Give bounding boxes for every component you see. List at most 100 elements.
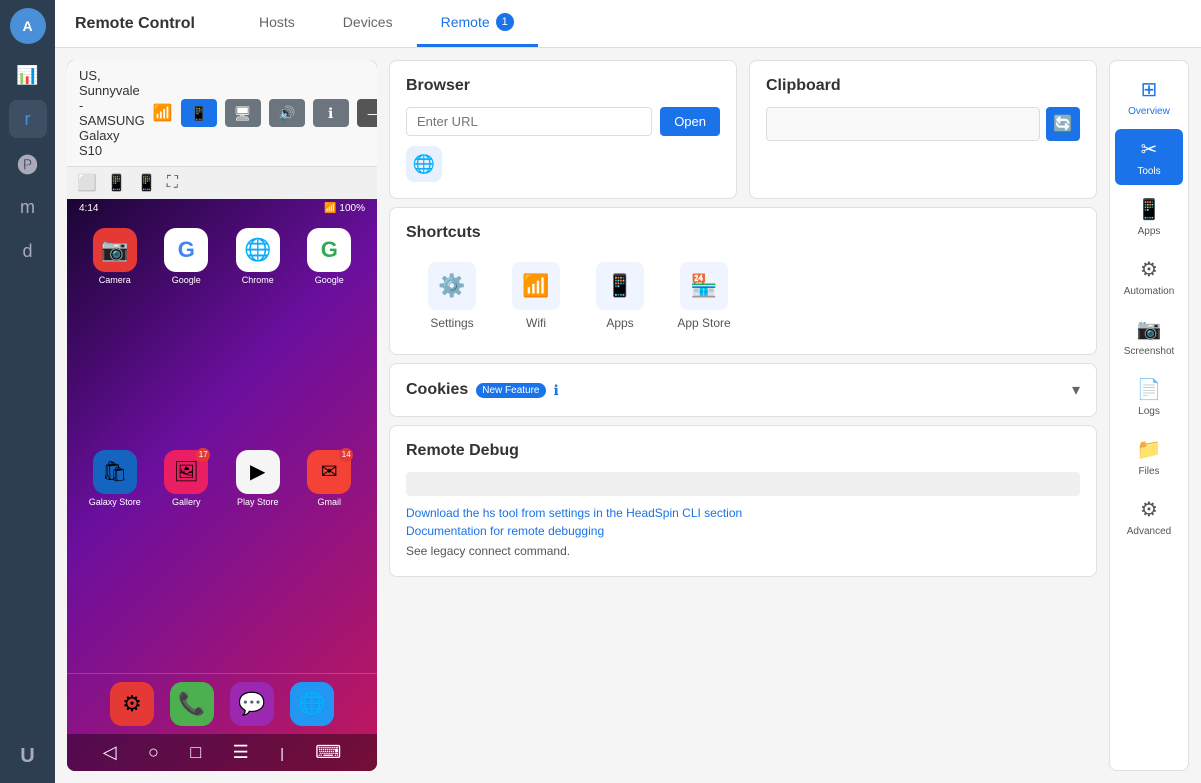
app-icon-chrome: 🌐	[236, 228, 280, 272]
tool-screenshot[interactable]: 📷 Screenshot	[1115, 309, 1183, 365]
toolbar-landscape-icon[interactable]: 📱	[137, 173, 157, 193]
remote-debug-title: Remote Debug	[406, 442, 1080, 460]
device-header-controls: 📱 🖥 🔊 ℹ — ✕	[181, 99, 377, 127]
back-btn[interactable]: ◁	[103, 742, 117, 763]
globe-icon[interactable]: 🌐	[406, 146, 442, 182]
device-screen: 4:14 📶 100% 📷 Camera G Google	[67, 199, 377, 771]
tool-logs[interactable]: 📄 Logs	[1115, 369, 1183, 425]
tab-devices[interactable]: Devices	[319, 0, 417, 47]
url-input[interactable]	[406, 107, 652, 136]
shortcut-wifi[interactable]: 📶 Wifi	[506, 262, 566, 330]
doc-sidebar-icon[interactable]: d	[9, 232, 47, 270]
tools-sidebar: ⊞ Overview ✂ Tools 📱 Apps ⚙ Automation 📷…	[1109, 60, 1189, 771]
shortcut-app-store[interactable]: 🏪 App Store	[674, 262, 734, 330]
shortcuts-section: Shortcuts ⚙️ Settings 📶 Wifi 📱 Apps	[389, 207, 1097, 355]
device-info-btn[interactable]: ℹ	[313, 99, 349, 127]
tab-hosts[interactable]: Hosts	[235, 0, 319, 47]
app-galaxy-store[interactable]: 🛍 Galaxy Store	[83, 450, 147, 664]
grid-sidebar-icon[interactable]: m	[9, 188, 47, 226]
cookies-title: Cookies	[406, 381, 468, 399]
app-icon-gmail: ✉ 14	[307, 450, 351, 494]
app-gmail[interactable]: ✉ 14 Gmail	[298, 450, 362, 664]
left-sidebar: A 📊 r 🅟 m d U	[0, 0, 55, 783]
apps-shortcut-icon: 📱	[596, 262, 644, 310]
toolbar-fullscreen-icon[interactable]: ⛶	[167, 174, 178, 192]
main-content: Remote Control Hosts Devices Remote 1 US…	[55, 0, 1201, 783]
debug-link-1[interactable]: Download the hs tool from settings in th…	[406, 506, 1080, 520]
dock-settings[interactable]: ⚙	[110, 682, 154, 726]
shortcut-settings[interactable]: ⚙️ Settings	[422, 262, 482, 330]
tool-tools[interactable]: ✂ Tools	[1115, 129, 1183, 185]
dock-phone[interactable]: 📞	[170, 682, 214, 726]
dock-browser[interactable]: 🌐	[290, 682, 334, 726]
search-sidebar-icon[interactable]: 🅟	[9, 144, 47, 182]
tool-advanced[interactable]: ⚙ Advanced	[1115, 489, 1183, 545]
app-play-store[interactable]: ▶ Play Store	[226, 450, 290, 664]
dock-msg[interactable]: 💬	[230, 682, 274, 726]
chart-sidebar-icon[interactable]: 📊	[9, 56, 47, 94]
remote-sidebar-icon[interactable]: r	[9, 100, 47, 138]
cookies-info-icon[interactable]: ℹ	[554, 382, 559, 399]
remote-debug-section: Remote Debug Download the hs tool from s…	[389, 425, 1097, 577]
cookies-header: Cookies New Feature ℹ ▾	[406, 380, 1080, 400]
device-phone-btn[interactable]: 📱	[181, 99, 217, 127]
avatar[interactable]: A	[10, 8, 46, 44]
clipboard-section: Clipboard 🔄	[749, 60, 1097, 199]
clipboard-input[interactable]	[766, 107, 1040, 141]
logs-icon: 📄	[1137, 377, 1162, 402]
app-icon-google: G	[164, 228, 208, 272]
settings-shortcut-icon: ⚙️	[428, 262, 476, 310]
clipboard-title: Clipboard	[766, 77, 1080, 95]
app-icon-gallery: 🖼 17	[164, 450, 208, 494]
device-volume-btn[interactable]: 🔊	[269, 99, 305, 127]
device-minimize-btn[interactable]: —	[357, 99, 377, 127]
separator: |	[280, 745, 284, 761]
user-sidebar-icon[interactable]: U	[9, 737, 47, 775]
new-feature-badge: New Feature	[476, 383, 545, 398]
clipboard-refresh-btn[interactable]: 🔄	[1046, 107, 1080, 141]
tab-remote[interactable]: Remote 1	[417, 0, 538, 47]
open-url-button[interactable]: Open	[660, 107, 720, 136]
remote-tab-badge: 1	[496, 13, 514, 31]
advanced-icon: ⚙	[1140, 497, 1158, 522]
tool-apps[interactable]: 📱 Apps	[1115, 189, 1183, 245]
keyboard-btn[interactable]: ⌨	[315, 742, 341, 763]
device-screen-btn[interactable]: 🖥	[225, 99, 261, 127]
url-input-row: Open	[406, 107, 720, 136]
cookies-section: Cookies New Feature ℹ ▾	[389, 363, 1097, 417]
tool-overview[interactable]: ⊞ Overview	[1115, 69, 1183, 125]
files-icon: 📁	[1137, 437, 1162, 462]
phone-time: 4:14	[79, 203, 98, 214]
debug-link-2[interactable]: Documentation for remote debugging	[406, 524, 1080, 538]
wifi-icon: 📶	[153, 103, 173, 123]
battery-icon: 100%	[339, 203, 365, 214]
cookies-left: Cookies New Feature ℹ	[406, 381, 559, 399]
app-google2[interactable]: G Google	[298, 228, 362, 442]
cookies-chevron-icon[interactable]: ▾	[1072, 380, 1080, 400]
phone-nav-bar: ◁ ○ □ ☰ | ⌨	[67, 734, 377, 771]
shortcuts-icons: ⚙️ Settings 📶 Wifi 📱 Apps 🏪 App Store	[406, 254, 1080, 338]
app-google[interactable]: G Google	[155, 228, 219, 442]
toolbar-portrait-icon[interactable]: 📱	[107, 173, 127, 193]
right-panel: Browser Open 🌐 Clipboard 🔄	[389, 60, 1097, 771]
device-panel: US, Sunnyvale - SAMSUNG Galaxy S10 📶 📱 🖥…	[67, 60, 377, 771]
browser-clipboard-row: Browser Open 🌐 Clipboard 🔄	[389, 60, 1097, 199]
debug-text: See legacy connect command.	[406, 544, 570, 558]
nav-tabs: Hosts Devices Remote 1	[235, 0, 538, 47]
apps-icon: 📱	[1137, 197, 1162, 222]
app-camera[interactable]: 📷 Camera	[83, 228, 147, 442]
recents-btn[interactable]: □	[190, 742, 201, 763]
app-chrome[interactable]: 🌐 Chrome	[226, 228, 290, 442]
screenshot-icon: 📷	[1137, 317, 1162, 342]
app-gallery[interactable]: 🖼 17 Gallery	[155, 450, 219, 664]
menu-btn[interactable]: ☰	[233, 742, 249, 763]
tool-files[interactable]: 📁 Files	[1115, 429, 1183, 485]
home-btn[interactable]: ○	[148, 742, 159, 763]
shortcut-apps[interactable]: 📱 Apps	[590, 262, 650, 330]
signal-icon: 📶	[324, 203, 336, 214]
phone-status-bar: 4:14 📶 100%	[67, 199, 377, 218]
wifi-shortcut-icon: 📶	[512, 262, 560, 310]
device-toolbar: ⬜ 📱 📱 ⛶	[67, 167, 377, 199]
toolbar-screen-icon[interactable]: ⬜	[77, 173, 97, 193]
tool-automation[interactable]: ⚙ Automation	[1115, 249, 1183, 305]
